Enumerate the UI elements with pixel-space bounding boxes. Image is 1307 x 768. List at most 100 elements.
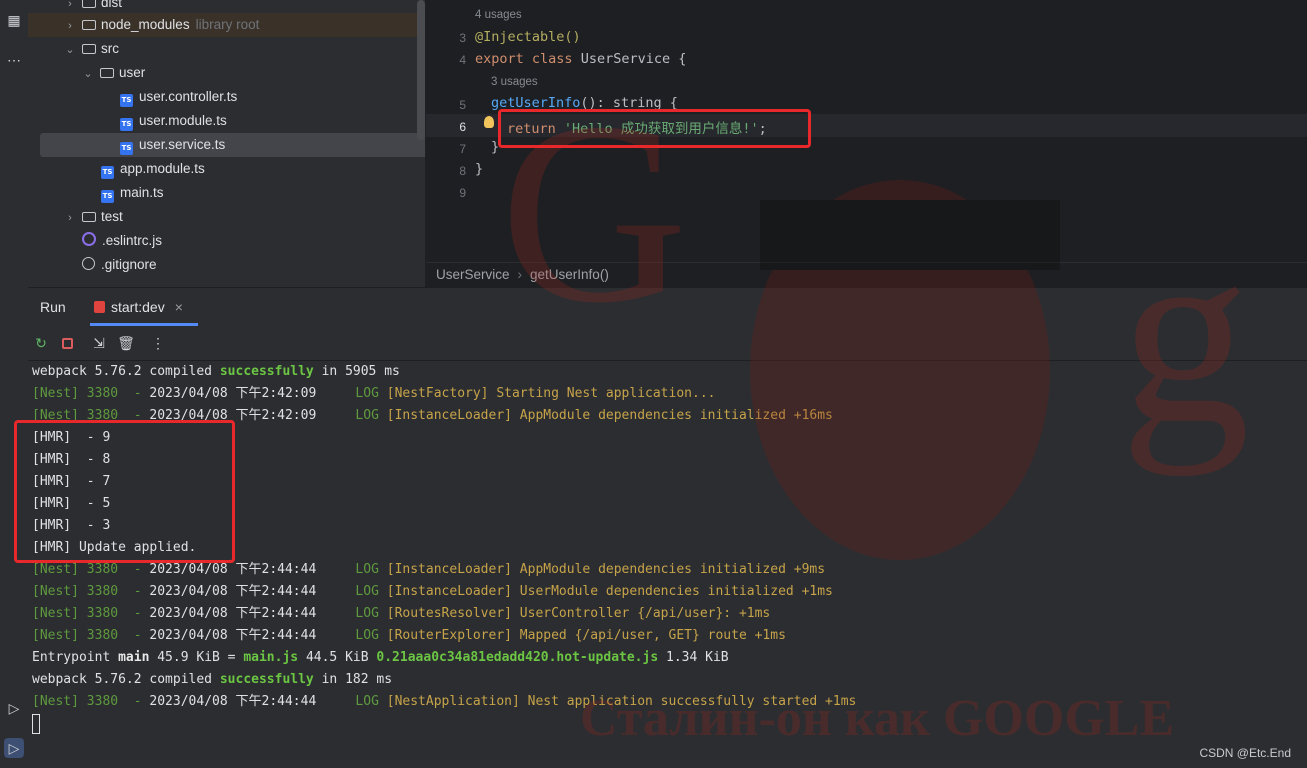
tree-item-main[interactable]: TS main.ts [28, 181, 425, 205]
text: 0.21aaa0c34a81edadd420.hot-update.js [376, 650, 659, 665]
run-icon[interactable]: ▷ [4, 738, 24, 758]
text: LOG [316, 628, 387, 643]
npm-icon [94, 301, 105, 313]
run-toolbar: ↻ ⇲ 🗑 ⋮ [28, 326, 1307, 361]
structure-icon[interactable]: ▦ [4, 10, 24, 30]
tree-item-app-module[interactable]: TS app.module.ts [28, 157, 425, 181]
tree-item-node-modules[interactable]: › node_modules library root [28, 13, 425, 37]
text: main.js [243, 650, 299, 665]
annotation: @Injectable() [475, 29, 581, 45]
text: LOG [316, 408, 387, 423]
timestamp: 2023/04/08 下午2:44:44 [149, 694, 317, 709]
usages-hint[interactable]: 3 usages [491, 76, 538, 88]
tree-scrollbar[interactable] [417, 0, 425, 140]
scroll-to-end-icon[interactable]: ⇲ [90, 334, 108, 352]
console-cursor[interactable] [32, 714, 40, 734]
console-line: webpack 5.76.2 compiled successfully in … [32, 361, 400, 383]
chevron-down-icon[interactable]: ⌄ [82, 62, 94, 86]
highlight-box-code [498, 109, 811, 148]
text: [InstanceLoader] AppModule dependencies … [386, 408, 833, 423]
tree-item-label: user.module.ts [139, 113, 227, 128]
console-line: Entrypoint main 45.9 KiB = main.js 44.5 … [32, 647, 729, 669]
tree-item-user-service[interactable]: TS user.service.ts [40, 133, 425, 157]
code-line-8[interactable]: } [475, 161, 483, 177]
line-number: 6 [459, 120, 466, 134]
line-number: 3 [459, 31, 466, 45]
usages-hint[interactable]: 4 usages [475, 9, 522, 21]
more-options-icon[interactable]: ⋮ [149, 334, 167, 352]
text: [Nest] 3380 - [32, 584, 150, 599]
tree-item-label: src [101, 41, 119, 56]
rerun-icon[interactable]: ↻ [32, 334, 50, 352]
line-number: 9 [459, 186, 466, 200]
tab-start-dev[interactable]: start:dev × [94, 288, 183, 326]
tree-item-label: .eslintrc.js [102, 233, 163, 248]
keyword: class [531, 51, 573, 67]
stop-button[interactable] [58, 334, 76, 352]
text: LOG [316, 386, 387, 401]
timestamp: 2023/04/08 下午2:44:44 [149, 628, 317, 643]
text: [RoutesResolver] UserController {/api/us… [386, 606, 771, 621]
tree-item-label: .gitignore [101, 257, 157, 272]
text: [RouterExplorer] Mapped {/api/user, GET}… [386, 628, 786, 643]
folder-icon [82, 0, 96, 8]
tree-item-user[interactable]: ⌄ user [28, 61, 425, 85]
tree-item-src[interactable]: ⌄ src [28, 37, 425, 61]
console-line: [Nest] 3380 - 2023/04/08 下午2:44:44 LOG [… [32, 625, 786, 647]
tree-item-test[interactable]: › test [28, 205, 425, 229]
console-line: [Nest] 3380 - 2023/04/08 下午2:44:44 LOG [… [32, 581, 833, 603]
tool-window-strip: ▦ ⋯ ▷ ▷ [0, 0, 29, 768]
timestamp: 2023/04/08 下午2:44:44 [149, 606, 317, 621]
tree-item-user-module[interactable]: TS user.module.ts [28, 109, 425, 133]
tree-item-eslintrc[interactable]: .eslintrc.js [28, 229, 425, 253]
text: [Nest] 3380 - [32, 628, 150, 643]
text: [NestApplication] Nest application succe… [386, 694, 857, 709]
typescript-file-icon: TS [101, 166, 114, 179]
chevron-right-icon[interactable]: › [64, 14, 76, 38]
console-line: webpack 5.76.2 compiled successfully in … [32, 669, 392, 691]
lightbulb-icon[interactable] [484, 116, 494, 128]
chevron-right-icon[interactable]: › [64, 206, 76, 230]
folder-icon [100, 68, 114, 78]
code-line-4[interactable]: export class UserService { [475, 51, 686, 67]
timestamp: 2023/04/08 下午2:44:44 [149, 584, 317, 599]
text: LOG [316, 562, 387, 577]
typescript-file-icon: TS [101, 190, 114, 203]
breadcrumb-separator: › [517, 267, 523, 282]
run-panel-title: Run [40, 299, 66, 315]
text: LOG [316, 694, 387, 709]
text: [Nest] 3380 - [32, 694, 150, 709]
text: [InstanceLoader] AppModule dependencies … [386, 562, 826, 577]
breadcrumb-class[interactable]: UserService [436, 267, 510, 282]
run-panel-header: Run start:dev × [28, 287, 1307, 327]
breadcrumb-method[interactable]: getUserInfo() [530, 267, 609, 282]
services-icon[interactable]: ▷ [4, 698, 24, 718]
library-root-tag: library root [195, 17, 260, 32]
console-line: [Nest] 3380 - 2023/04/08 下午2:44:44 LOG [… [32, 691, 856, 713]
tab-label: start:dev [111, 299, 165, 315]
close-icon[interactable]: × [175, 299, 183, 315]
code-line-3[interactable]: @Injectable() [475, 29, 581, 45]
project-tree: › dist › node_modules library root ⌄ src ⌄ us… [28, 0, 425, 287]
tree-item-label: dist [101, 0, 123, 10]
trash-icon[interactable]: 🗑 [117, 334, 135, 352]
status-text: successfully [219, 364, 314, 379]
highlight-box-hmr [14, 420, 235, 563]
timestamp: 2023/04/08 下午2:44:44 [149, 562, 317, 577]
tree-item-label: user.service.ts [139, 137, 226, 152]
watermark: CSDN @Etc.End [1199, 746, 1291, 760]
chevron-down-icon[interactable]: ⌄ [64, 38, 76, 62]
text: [Nest] 3380 - [32, 386, 150, 401]
tree-item-label: test [101, 209, 123, 224]
more-icon[interactable]: ⋯ [4, 50, 24, 70]
tree-item-user-controller[interactable]: TS user.controller.ts [28, 85, 425, 109]
status-text: successfully [219, 672, 314, 687]
breadcrumb: UserService › getUserInfo() [426, 262, 1307, 287]
stop-icon [61, 338, 73, 349]
tree-item-gitignore[interactable]: .gitignore [28, 253, 425, 277]
text: in 182 ms [313, 672, 393, 687]
text: webpack 5.76.2 compiled [32, 364, 220, 379]
line-number: 4 [459, 53, 466, 67]
text: webpack 5.76.2 compiled [32, 672, 220, 687]
text: main [118, 650, 150, 665]
